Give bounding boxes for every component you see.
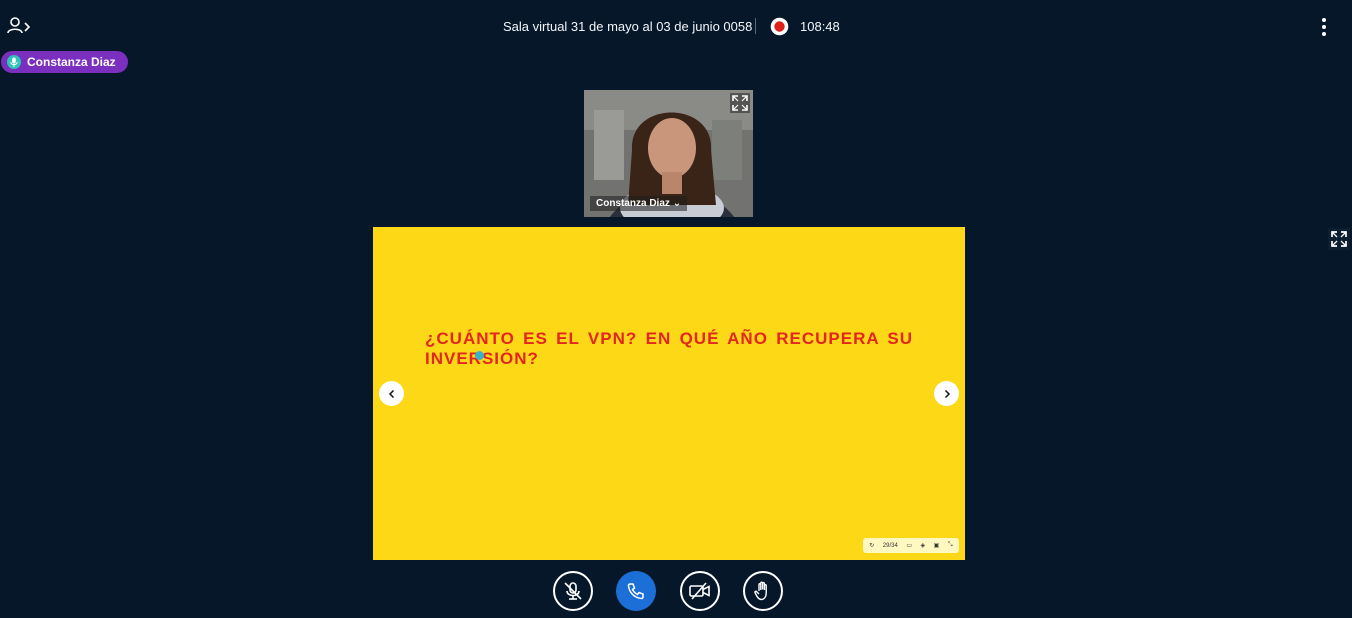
presentation-fullscreen-button[interactable]	[1328, 228, 1350, 250]
slide-text: ¿CUÁNTO ES EL VPN? EN QUÉ AÑO RECUPERA S…	[425, 329, 913, 368]
header-divider	[755, 18, 756, 34]
raise-hand-button[interactable]	[743, 571, 783, 611]
share-webcam-button[interactable]	[680, 571, 720, 611]
slide-page-counter: 29/34	[882, 542, 898, 549]
meeting-title: Sala virtual 31 de mayo al 03 de junio 0…	[503, 19, 753, 34]
chevron-down-icon: ⌄	[672, 198, 682, 209]
talking-user-name: Constanza Diaz	[27, 55, 116, 69]
chevron-right-icon	[944, 389, 950, 398]
webcam-user-name: Constanza Diaz	[596, 198, 670, 209]
phone-icon	[627, 583, 644, 600]
options-menu-button[interactable]	[1316, 16, 1332, 38]
talking-indicator[interactable]: Constanza Diaz	[1, 51, 128, 73]
recording-indicator[interactable]	[770, 17, 789, 36]
users-list-toggle[interactable]	[6, 16, 32, 36]
chevron-left-icon	[388, 389, 394, 398]
presenter-cursor	[475, 351, 484, 360]
leave-audio-button[interactable]	[616, 571, 656, 611]
screen-icon[interactable]: ▣	[934, 542, 940, 549]
next-slide-button[interactable]	[934, 381, 959, 406]
webcam-fullscreen-button[interactable]	[730, 93, 750, 113]
user-list-icon	[7, 17, 31, 34]
webcam-video[interactable]: Constanza Diaz ⌄	[584, 90, 753, 217]
record-icon	[770, 17, 789, 36]
slide-toolbar: ↻ 29/34 ▭ ◈ ▣ ⤡	[863, 538, 959, 553]
refresh-icon[interactable]: ↻	[869, 542, 874, 549]
camera-off-icon	[689, 582, 710, 600]
audio-icon[interactable]: ◈	[921, 542, 926, 549]
expand-icon	[1331, 231, 1347, 247]
more-vertical-icon	[1322, 18, 1326, 36]
hand-icon	[754, 581, 767, 601]
webcam-user-dropdown[interactable]: Constanza Diaz ⌄	[590, 196, 688, 211]
recording-timer: 108:48	[800, 19, 840, 34]
microphone-off-icon	[564, 582, 582, 600]
presentation-slide: ¿CUÁNTO ES EL VPN? EN QUÉ AÑO RECUPERA S…	[373, 227, 965, 560]
microphone-icon	[7, 55, 21, 69]
unmute-button[interactable]	[553, 571, 593, 611]
window-icon[interactable]: ▭	[906, 542, 912, 549]
expand-icon	[732, 95, 748, 111]
collapse-icon[interactable]: ⤡	[948, 542, 953, 549]
previous-slide-button[interactable]	[379, 381, 404, 406]
